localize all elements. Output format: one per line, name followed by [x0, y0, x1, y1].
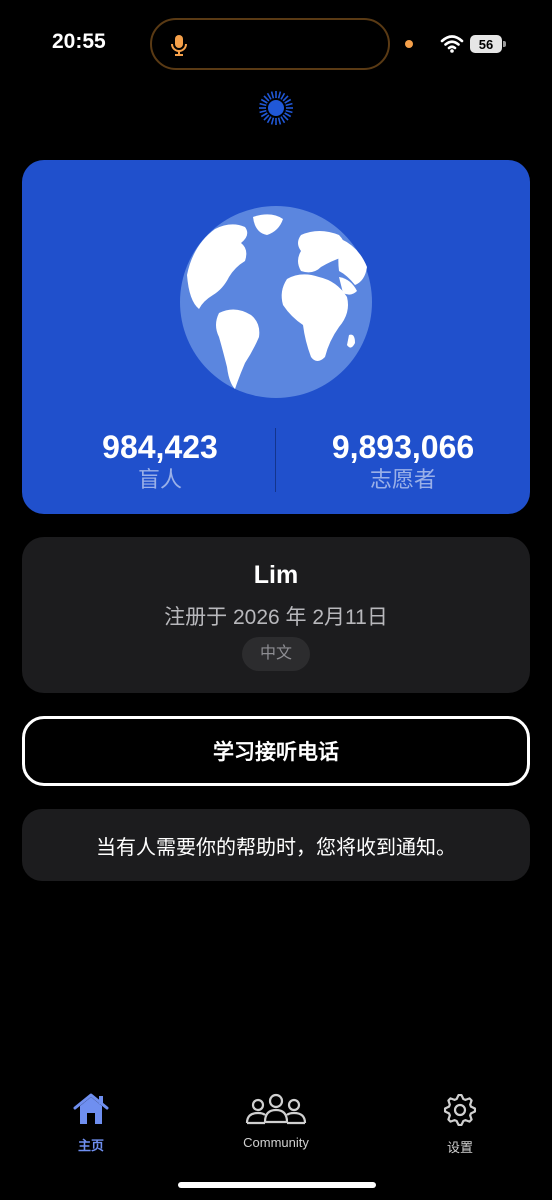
profile-card: Lim 注册于 2026 年 2月11日 中文 — [22, 537, 530, 693]
globe-icon — [179, 205, 373, 404]
stats-card: 984,423 盲人 9,893,066 志愿者 — [22, 160, 530, 514]
battery-icon: 56 — [470, 35, 502, 53]
sun-logo-icon — [258, 90, 294, 131]
home-indicator — [178, 1182, 376, 1188]
tab-home-label: 主页 — [77, 1138, 104, 1153]
volunteer-count: 9,893,066 — [331, 429, 475, 465]
battery-tip — [503, 41, 506, 47]
volunteer-stat: 9,893,066 志愿者 — [276, 428, 530, 494]
tab-community-label: Community — [243, 1135, 309, 1150]
wifi-icon — [440, 34, 464, 59]
notification-notice: 当有人需要你的帮助时，您将收到通知。 — [22, 809, 530, 881]
learn-answer-calls-button[interactable]: 学习接听电话 — [22, 716, 530, 786]
notice-text: 当有人需要你的帮助时，您将收到通知。 — [96, 836, 456, 859]
blind-label: 盲人 — [137, 467, 182, 492]
language-badge: 中文 — [242, 637, 310, 671]
recording-indicator-dot — [405, 40, 413, 48]
dynamic-island — [150, 18, 390, 70]
profile-name: Lim — [253, 561, 299, 589]
tab-home[interactable]: 主页 — [62, 1092, 120, 1154]
gear-icon — [442, 1092, 478, 1133]
blind-stat: 984,423 盲人 — [32, 428, 288, 494]
microphone-icon — [166, 32, 192, 63]
registration-date: 注册于 2026 年 2月11日 — [164, 606, 388, 629]
tab-settings-label: 设置 — [446, 1140, 473, 1155]
blind-count: 984,423 — [102, 429, 218, 465]
people-icon — [245, 1092, 307, 1131]
volunteer-label: 志愿者 — [369, 467, 436, 492]
status-time: 20:55 — [52, 30, 106, 53]
tab-community[interactable]: Community — [226, 1092, 326, 1150]
tab-settings[interactable]: 设置 — [430, 1092, 490, 1156]
home-icon — [71, 1092, 111, 1131]
